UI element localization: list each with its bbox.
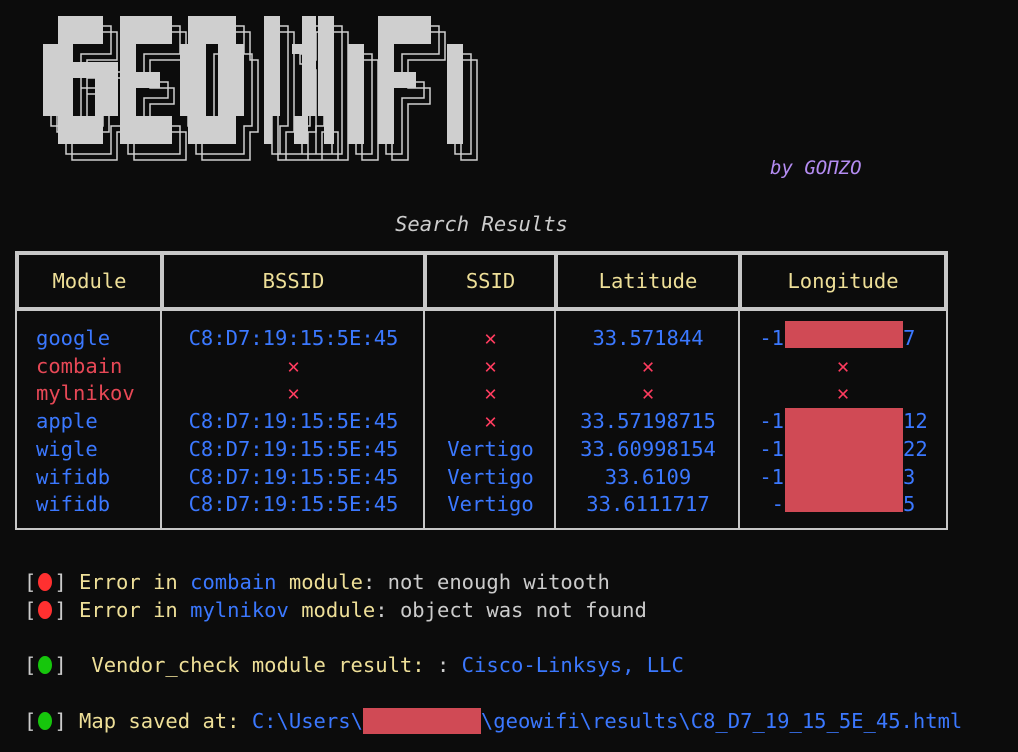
module-cell: wifidb xyxy=(36,464,111,489)
error-log-line: [] Error in combain module: not enough w… xyxy=(24,570,610,594)
bssid-cell: C8:D7:19:15:5E:45 xyxy=(188,492,399,517)
module-cell: wigle xyxy=(36,436,98,461)
x-icon: ✕ xyxy=(836,353,850,378)
map-label: Map saved at: xyxy=(79,709,252,733)
module-word: module xyxy=(276,570,363,594)
red-status-dot-icon xyxy=(38,573,53,591)
success-log-line: [] Vendor_check module result: : Cisco-L… xyxy=(24,653,684,677)
header-divider xyxy=(17,309,946,311)
colon: : xyxy=(375,598,400,622)
bracket: ] xyxy=(54,570,80,594)
author-byline: by GOПZO xyxy=(770,157,862,179)
bracket: ] xyxy=(54,653,80,677)
x-icon: ✕ xyxy=(287,381,300,406)
latitude-cell: 33.6111717 xyxy=(586,492,710,517)
error-message: object was not found xyxy=(399,598,647,622)
bracket: ] xyxy=(54,598,80,622)
bssid-cell: C8:D7:19:15:5E:45 xyxy=(188,436,399,461)
module-cell: apple xyxy=(36,409,98,434)
x-icon: ✕ xyxy=(641,381,655,406)
header-module: Module xyxy=(17,253,162,309)
longitude-suffix: 3 xyxy=(903,464,916,489)
path-end: \geowifi\results\C8_D7_19_15_5E_45.html xyxy=(480,709,963,733)
red-status-dot-icon xyxy=(38,601,53,619)
vendor-value: Cisco-Linksys, LLC xyxy=(461,653,684,677)
header-ssid: SSID xyxy=(425,253,556,309)
module-cell: mylnikov xyxy=(36,381,135,406)
longitude-suffix: 12 xyxy=(903,409,928,434)
longitude-prefix: -1 xyxy=(759,326,784,350)
bssid-cell: C8:D7:19:15:5E:45 xyxy=(188,326,399,350)
longitude-prefix: -1 xyxy=(759,409,784,434)
error-prefix: Error in xyxy=(79,598,191,622)
ssid-cell: Vertigo xyxy=(447,492,534,517)
error-message: not enough witooth xyxy=(387,570,610,594)
longitude-suffix: 7 xyxy=(903,326,916,350)
module-name: mylnikov xyxy=(190,598,289,622)
success-log-line: [] Map saved at: C:\Users\ \geowifi\resul… xyxy=(24,708,962,734)
latitude-cell: 33.6109 xyxy=(604,464,692,489)
ssid-cell: Vertigo xyxy=(447,464,534,489)
separator: : xyxy=(436,653,462,677)
error-prefix: Error in xyxy=(79,570,191,594)
bracket: [ xyxy=(24,709,37,733)
x-icon: ✕ xyxy=(836,381,850,406)
bracket: [ xyxy=(24,570,37,594)
latitude-cell: 33.57198715 xyxy=(580,409,716,434)
header-bssid: BSSID xyxy=(162,253,425,309)
vendor-label: Vendor_check module result: xyxy=(79,653,437,677)
x-icon: ✕ xyxy=(484,353,497,378)
header-latitude: Latitude xyxy=(556,253,740,309)
module-cell: google xyxy=(36,326,111,350)
redaction-block xyxy=(785,408,903,512)
longitude-prefix: -1 xyxy=(759,464,784,489)
path-start: C:\Users\ xyxy=(251,709,363,733)
green-status-dot-icon xyxy=(38,656,53,674)
green-status-dot-icon xyxy=(38,712,53,730)
bracket: [ xyxy=(24,598,37,622)
latitude-cell: 33.60998154 xyxy=(580,436,716,461)
geowifi-logo xyxy=(43,16,478,161)
latitude-cell: 33.571844 xyxy=(592,326,704,350)
x-icon: ✕ xyxy=(484,409,497,434)
results-title: Search Results xyxy=(395,212,568,236)
x-icon: ✕ xyxy=(641,353,655,378)
bracket: [ xyxy=(24,653,37,677)
module-name: combain xyxy=(190,570,277,594)
module-word: module xyxy=(288,598,376,622)
module-cell: combain xyxy=(36,353,123,378)
redaction-block xyxy=(362,708,481,734)
longitude-suffix: 5 xyxy=(903,492,916,517)
x-icon: ✕ xyxy=(287,353,300,378)
redaction-block xyxy=(785,321,903,348)
longitude-prefix: -1 xyxy=(759,436,784,461)
ssid-cell: Vertigo xyxy=(447,436,534,461)
bracket: ] xyxy=(54,709,80,733)
error-log-line: [] Error in mylnikov module: object was … xyxy=(24,598,647,622)
colon: : xyxy=(362,570,388,594)
longitude-suffix: 22 xyxy=(903,436,928,461)
module-cell: wifidb xyxy=(36,492,111,517)
bssid-cell: C8:D7:19:15:5E:45 xyxy=(188,464,399,489)
x-icon: ✕ xyxy=(484,381,497,406)
longitude-prefix: - xyxy=(771,492,784,517)
results-table: Module BSSID SSID Latitude Longitude goo… xyxy=(15,251,948,530)
bssid-cell: C8:D7:19:15:5E:45 xyxy=(188,409,399,434)
x-icon: ✕ xyxy=(484,326,497,350)
header-longitude: Longitude xyxy=(740,253,946,309)
